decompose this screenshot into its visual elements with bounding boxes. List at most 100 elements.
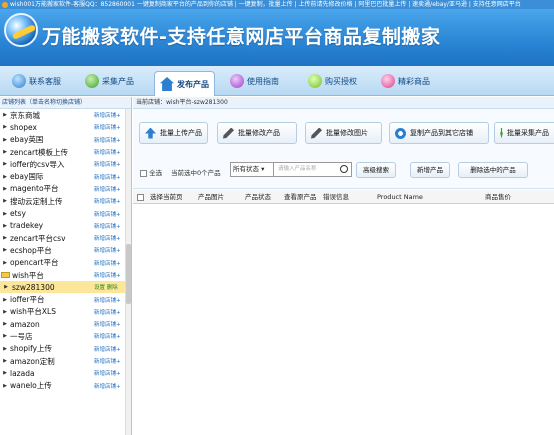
sidebar-store-name[interactable]: magento平台 [10, 183, 94, 194]
expand-arrow-icon[interactable]: ▶ [0, 309, 10, 315]
sidebar-store-name[interactable]: zencart平台csv [10, 233, 94, 244]
nav-user-guide[interactable]: 使用指南 [230, 71, 279, 91]
add-store-link[interactable]: 新增店铺+ [94, 345, 126, 353]
sidebar-store-name[interactable]: amazon定制 [10, 356, 94, 367]
header-checkbox[interactable] [137, 190, 144, 204]
sidebar-store-name[interactable]: ecshop平台 [10, 245, 94, 256]
sidebar-store-name[interactable]: ioffer平台 [10, 294, 94, 305]
sidebar-store-item[interactable]: ▶ zencart平台csv 新增店铺+ [0, 232, 126, 244]
sidebar-store-name[interactable]: 一号店 [10, 331, 94, 342]
sidebar-store-name[interactable]: wanelo上传 [10, 380, 94, 391]
status-select[interactable]: 所有状态 ▾ [230, 162, 274, 177]
col-product-name[interactable]: Product Name [377, 190, 423, 204]
add-store-link[interactable]: 新增店铺+ [94, 234, 126, 242]
add-store-link[interactable]: 新增店铺+ [94, 382, 126, 390]
sidebar-store-item[interactable]: ▶ tradekey 新增店铺+ [0, 220, 126, 232]
sidebar-store-item[interactable]: ▶ amazon定制 新增店铺+ [0, 355, 126, 367]
add-store-link[interactable]: 新增店铺+ [94, 222, 126, 230]
batch-collect-button[interactable]: 批量采集产品 [494, 122, 554, 144]
sidebar-store-name[interactable]: tradekey [10, 221, 94, 230]
expand-arrow-icon[interactable]: ▶ [0, 149, 10, 155]
expand-arrow-icon[interactable]: ▶ [0, 383, 10, 389]
advanced-search-button[interactable]: 高级搜索 [356, 162, 396, 178]
expand-arrow-icon[interactable]: ▶ [0, 260, 10, 266]
sidebar-store-name[interactable]: wish平台 [12, 270, 94, 281]
expand-arrow-icon[interactable]: ▶ [0, 333, 10, 339]
expand-arrow-icon[interactable]: ▶ [0, 247, 10, 253]
expand-arrow-icon[interactable]: ▶ [0, 235, 10, 241]
expand-arrow-icon[interactable]: ▶ [0, 112, 10, 118]
sidebar-store-name[interactable]: zencart模板上传 [10, 147, 94, 158]
sidebar-store-item[interactable]: ▶ 搜动云定制上传 新增店铺+ [0, 195, 126, 207]
expand-arrow-icon[interactable]: ▶ [0, 358, 10, 364]
sidebar-store-name[interactable]: ioffer的csv导入 [10, 159, 94, 170]
sidebar-store-item[interactable]: ▶ zencart模板上传 新增店铺+ [0, 146, 126, 158]
sidebar-store-name[interactable]: wish平台XLS [10, 306, 94, 317]
expand-arrow-icon[interactable]: ▶ [0, 137, 10, 143]
col-product-status[interactable]: 产品状态 [245, 190, 271, 204]
add-store-link[interactable]: 新增店铺+ [94, 271, 126, 279]
search-icon[interactable] [340, 165, 348, 173]
add-store-link[interactable]: 新增店铺+ [94, 369, 126, 377]
add-store-link[interactable]: 新增店铺+ [94, 357, 126, 365]
add-store-link[interactable]: 新增店铺+ [94, 160, 126, 168]
col-product-image[interactable]: 产品图片 [198, 190, 224, 204]
col-error-info[interactable]: 错误信息 [323, 190, 349, 204]
expand-arrow-icon[interactable]: ▶ [0, 174, 10, 180]
sidebar-store-item[interactable]: ▶ ebay国际 新增店铺+ [0, 170, 126, 182]
copy-to-store-button[interactable]: 复制产品到其它店铺 [389, 122, 489, 144]
sidebar-store-name[interactable]: opencart平台 [10, 257, 94, 268]
col-select-page[interactable]: 选择当前页 [150, 190, 183, 204]
sidebar-store-item[interactable]: wish平台 新增店铺+ [0, 269, 126, 281]
sidebar-store-item[interactable]: ▶ ioffer的csv导入 新增店铺+ [0, 158, 126, 170]
sidebar-store-name[interactable]: shopify上传 [10, 343, 94, 354]
sidebar-store-item[interactable]: ▶ 一号店 新增店铺+ [0, 330, 126, 342]
sidebar-store-name[interactable]: 京东商城 [10, 110, 94, 121]
expand-arrow-icon[interactable]: ▶ [0, 186, 10, 192]
nav-contact-support[interactable]: 联系客服 [12, 71, 61, 91]
add-store-link[interactable]: 新增店铺+ [94, 173, 126, 181]
add-store-link[interactable]: 新增店铺+ [94, 210, 126, 218]
add-store-link[interactable]: 新增店铺+ [94, 308, 126, 316]
col-view-original[interactable]: 查看原产品 [284, 190, 317, 204]
sidebar-store-name[interactable]: 搜动云定制上传 [10, 196, 94, 207]
batch-edit-images-button[interactable]: 批量修改图片 [305, 122, 382, 144]
store-settings-delete-links[interactable]: 设置 删除 [94, 283, 126, 291]
sidebar-store-item[interactable]: ▶ opencart平台 新增店铺+ [0, 257, 126, 269]
sidebar-store-name[interactable]: ebay国际 [10, 171, 94, 182]
nav-buy-license[interactable]: 购买授权 [308, 71, 357, 91]
select-all-checkbox[interactable]: 全选 [140, 167, 162, 177]
nav-publish-products[interactable]: 发布产品 [154, 71, 215, 96]
sidebar-store-item[interactable]: ▶ lazada 新增店铺+ [0, 367, 126, 379]
sidebar-store-item[interactable]: ▶ shopex 新增店铺+ [0, 121, 126, 133]
expand-arrow-icon[interactable]: ▶ [0, 211, 10, 217]
tree-leaf-icon[interactable]: ▶ [0, 284, 12, 290]
add-store-link[interactable]: 新增店铺+ [94, 246, 126, 254]
sidebar-store-item[interactable]: ▶ 京东商城 新增店铺+ [0, 109, 126, 121]
add-store-link[interactable]: 新增店铺+ [94, 185, 126, 193]
add-store-link[interactable]: 新增店铺+ [94, 197, 126, 205]
search-input[interactable]: 请输入产品名称 [274, 162, 352, 177]
expand-arrow-icon[interactable]: ▶ [0, 198, 10, 204]
sidebar-store-item[interactable]: ▶ shopify上传 新增店铺+ [0, 343, 126, 355]
sidebar-store-item[interactable]: ▶ wish平台XLS 新增店铺+ [0, 306, 126, 318]
sidebar-scrollbar[interactable] [125, 109, 131, 435]
expand-arrow-icon[interactable]: ▶ [0, 321, 10, 327]
col-price[interactable]: 商品售价 [485, 190, 511, 204]
add-store-link[interactable]: 新增店铺+ [94, 111, 126, 119]
add-store-link[interactable]: 新增店铺+ [94, 148, 126, 156]
sidebar-store-item[interactable]: ▶ ecshop平台 新增店铺+ [0, 244, 126, 256]
expand-arrow-icon[interactable]: ▶ [0, 161, 10, 167]
sidebar-store-name[interactable]: ebay英国 [10, 134, 94, 145]
sidebar-store-item[interactable]: ▶ magento平台 新增店铺+ [0, 183, 126, 195]
add-store-link[interactable]: 新增店铺+ [94, 136, 126, 144]
sidebar-store-name[interactable]: szw281300 [12, 283, 94, 292]
nav-featured-goods[interactable]: 精彩商品 [381, 71, 430, 91]
sidebar-scroll-thumb[interactable] [126, 244, 131, 304]
sidebar-store-item[interactable]: ▶ etsy 新增店铺+ [0, 207, 126, 219]
sidebar-store-item[interactable]: ▶ szw281300 设置 删除 [0, 281, 126, 294]
sidebar-store-item[interactable]: ▶ amazon 新增店铺+ [0, 318, 126, 330]
expand-arrow-icon[interactable]: ▶ [0, 223, 10, 229]
add-product-button[interactable]: 新增产品 [410, 162, 450, 178]
add-store-link[interactable]: 新增店铺+ [94, 332, 126, 340]
